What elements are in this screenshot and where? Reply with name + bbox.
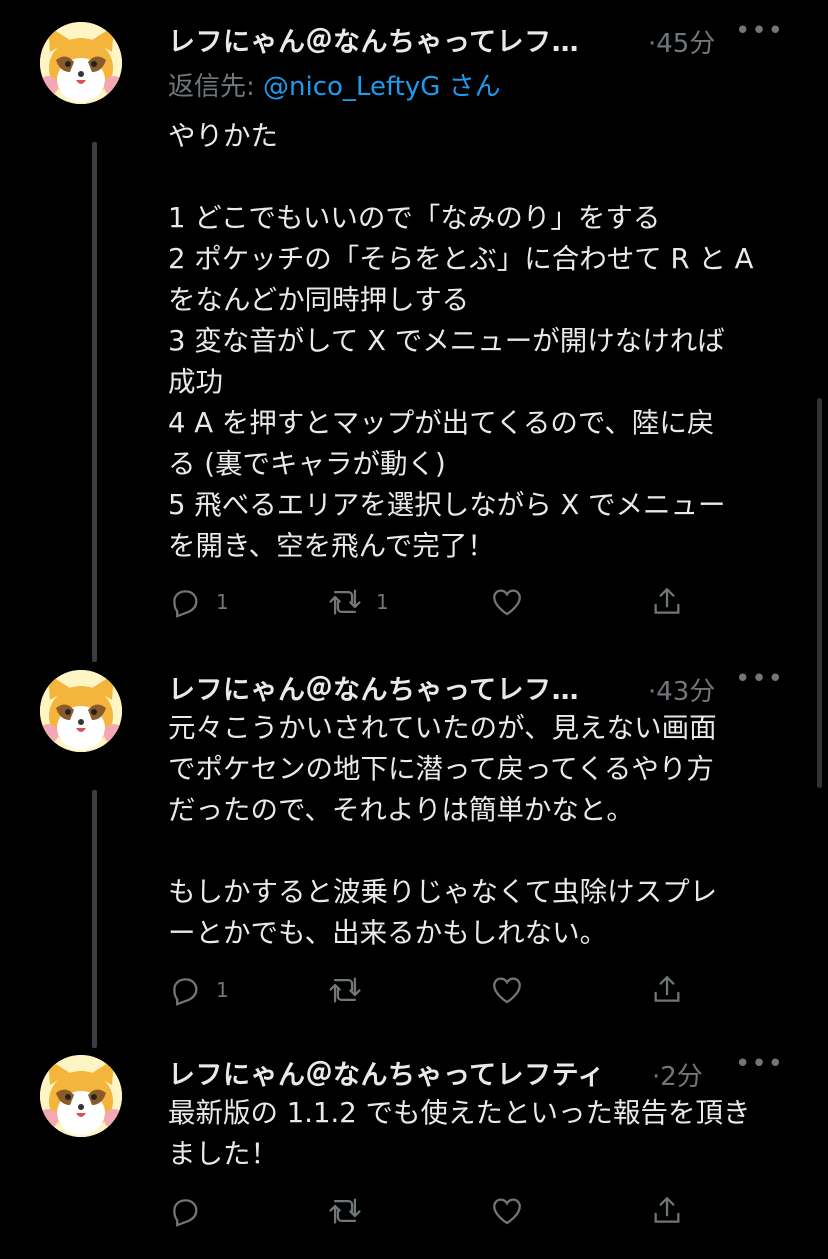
reply-button[interactable]: 1 [168,972,229,1008]
replying-to: 返信先: @nico_LeftyG さん [168,66,501,103]
share-button[interactable] [650,584,684,620]
share-button[interactable] [650,972,684,1008]
scrollbar[interactable] [817,398,822,788]
retweet-count: 1 [376,590,389,614]
share-icon [654,1197,680,1223]
tweet-text: 最新版の 1.1.2 でも使えたといった報告を頂き ました！ [168,1093,778,1175]
avatar[interactable] [40,670,122,752]
tweet-text-line: ーとかでも、出来るかもしれない。 [168,917,608,949]
tweet[interactable]: レフにゃん＠なんちゃってレフ… ·45分 ••• 返信先: @nico_Left… [0,0,828,650]
tweet-time[interactable]: ·2分 [652,1056,703,1093]
tweet-text-line [168,831,778,872]
tweet-text-line: でポケセンの地下に潜って戻ってくるやり方 [168,753,714,785]
share-icon [654,976,680,1002]
tweet-text-line: ました！ [168,1138,278,1170]
more-options-icon[interactable]: ••• [735,1049,784,1079]
tweet-actions: 1 [168,972,728,1008]
tweet-text-line: 4 A を押すとマップが出てくるので、陸に戻 [168,407,715,439]
reply-button[interactable]: 1 [168,584,229,620]
tweet-time[interactable]: ·45分 [648,23,715,60]
tweet[interactable]: レフにゃん＠なんちゃってレフ… ·43分 ••• 元々こうかいされていたのが、見… [0,660,828,1040]
tweet-actions [168,1193,728,1229]
tweet-text-line: 1 どこでもいいので「なみのり」をする [168,202,661,234]
tweet-text-line: もしかすると波乗りじゃなくて虫除けスプレ [168,876,718,908]
retweet-button[interactable] [328,1193,376,1229]
tweet-text-line: 2 ポケッチの「そらをとぶ」に合わせて R と A [168,243,754,275]
retweet-button[interactable]: 1 [328,584,389,620]
retweet-icon [329,589,361,615]
heart-icon [493,977,521,1004]
more-options-icon[interactable]: ••• [735,16,784,46]
heart-icon [493,1198,521,1225]
raccoon-avatar-icon [40,1055,122,1137]
avatar[interactable] [40,1055,122,1137]
tweet-text-line: 5 飛べるエリアを選択しながら X でメニュー [168,489,726,521]
share-icon [654,588,680,614]
tweet-text-line: を開き、空を飛んで完了！ [168,530,495,562]
tweet-actions: 1 1 [168,584,728,620]
author-name[interactable]: レフにゃん＠なんちゃってレフ… [168,20,579,59]
retweet-button[interactable] [328,972,376,1008]
reply-count: 1 [216,590,229,614]
tweet-text-line: 3 変な音がして X でメニューが開けなければ [168,325,725,357]
reply-button[interactable] [168,1193,216,1229]
like-button[interactable] [490,584,524,620]
tweet-text: やりかた 1 どこでもいいので「なみのり」をする 2 ポケッチの「そらをとぶ」に… [168,116,778,567]
like-button[interactable] [490,972,524,1008]
reply-count: 1 [216,978,229,1002]
tweet-text-line: 成功 [168,366,223,398]
tweet-text-line: 元々こうかいされていたのが、見えない画面 [168,712,717,744]
author-name[interactable]: レフにゃん＠なんちゃってレフ… [168,668,579,707]
retweet-icon [329,977,361,1003]
retweet-icon [329,1198,361,1224]
reply-icon [173,1199,198,1227]
reply-icon [173,590,198,618]
avatar[interactable] [40,22,122,104]
tweet-text-line: 最新版の 1.1.2 でも使えたといった報告を頂き [168,1097,751,1129]
tweet-time[interactable]: ·43分 [648,671,715,708]
reply-to-prefix: 返信先: [168,72,264,102]
share-button[interactable] [650,1193,684,1229]
tweet-text-line: やりかた [168,120,278,152]
reply-to-handle[interactable]: @nico_LeftyG [263,72,440,102]
heart-icon [493,589,521,616]
tweet-text: 元々こうかいされていたのが、見えない画面 でポケセンの地下に潜って戻ってくるやり… [168,708,778,954]
tweet-text-line: だったので、それよりは簡単かなと。 [168,794,634,826]
tweet-text-line [168,157,778,198]
more-options-icon[interactable]: ••• [735,664,784,694]
tweet-text-line: る (裏でキャラが動く) [168,448,446,480]
author-name[interactable]: レフにゃん＠なんちゃってレフティ [168,1053,605,1092]
tweet-text-line: をなんどか同時押しする [168,284,470,316]
raccoon-avatar-icon [40,670,122,752]
tweet[interactable]: レフにゃん＠なんちゃってレフティ ·2分 ••• 最新版の 1.1.2 でも使え… [0,1045,828,1245]
reply-icon [173,978,198,1006]
reply-to-suffix[interactable]: さん [440,72,501,102]
raccoon-avatar-icon [40,22,122,104]
like-button[interactable] [490,1193,524,1229]
